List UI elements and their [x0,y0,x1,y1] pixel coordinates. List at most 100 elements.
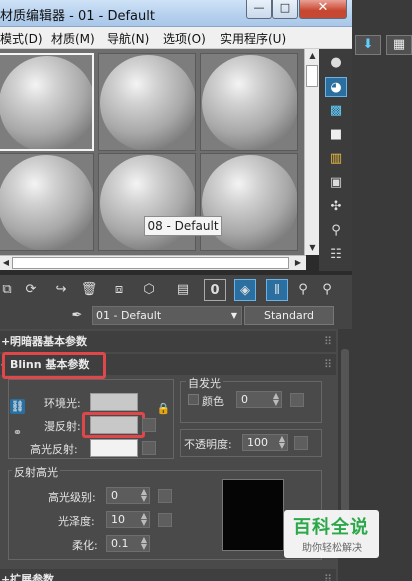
diffuse-map-button[interactable] [142,418,156,432]
spinner-arrows-icon: ▲ ▼ [140,511,147,527]
ambient-label: 环境光: [44,397,81,410]
self-illum-spinner[interactable]: 0 ▲ ▼ [236,391,282,408]
sample-uv-icon[interactable]: ■ [325,125,347,145]
opacity-map-button[interactable] [294,436,308,450]
sample-slot-03[interactable] [200,53,298,151]
scroll-thumb[interactable] [306,65,318,87]
make-unique-icon[interactable]: ⧈ [108,279,130,301]
show-in-viewport-icon[interactable]: ◈ [234,279,256,301]
scroll-right-arrow-icon[interactable]: ▶ [292,256,304,271]
menu-bar: 模式(D) 材质(M) 导航(N) 选项(O) 实用程序(U) [0,27,352,49]
watermark: 百科全说 助你轻松解决 [284,510,379,558]
rollout-toggle-icon: + [1,335,11,348]
maximize-button[interactable]: □ [272,0,298,19]
window-title: 材质编辑器 - 01 - Default [0,9,155,24]
menu-options[interactable]: 选项(O) [163,30,206,47]
specular-level-map-button[interactable] [158,489,172,503]
minimize-button[interactable]: — [246,0,272,19]
material-name-row: ✒ 01 - Default ▼ Standard [0,305,352,329]
close-button[interactable]: ✕ [299,0,347,19]
select-by-material-icon[interactable]: ⚲ [325,221,347,241]
scroll-thumb[interactable] [12,257,289,269]
specular-map-button[interactable] [142,441,156,455]
material-sphere [0,56,92,149]
sample-slot-04[interactable] [0,153,94,251]
specular-color-swatch[interactable] [90,439,138,457]
put-to-library-icon[interactable]: ⬡ [138,279,160,301]
lock-icon[interactable]: 🔒 [156,401,171,416]
put-to-scene-icon[interactable]: ⟳ [20,279,42,301]
backlight-icon[interactable]: ◕ [325,77,347,97]
menu-mode[interactable]: 模式(D) [0,30,43,47]
watermark-subtitle: 助你轻松解决 [302,543,362,554]
sample-slot-06[interactable] [200,153,298,251]
material-type-button[interactable]: Standard [244,306,334,325]
scroll-left-arrow-icon[interactable]: ◀ [0,256,12,271]
glossiness-value: 10 [111,513,125,526]
download-icon[interactable]: ⬇ [355,35,381,55]
scroll-down-arrow-icon[interactable]: ▼ [305,241,320,255]
side-toolbar: ● ◕ ▩ ■ ▥ ▣ ✣ ⚲ ☷ [319,49,352,271]
material-toolbar: ⧉ ⟳ ↪ 🗑 ⧈ ⬡ ▤ 0 ◈ ⫴ ⚲ ⚲ [0,275,352,305]
spinner-arrows-icon: ▲ ▼ [278,434,285,450]
lock-link-icon[interactable]: ⛓ [10,399,25,414]
spinner-arrows-icon: ▲ ▼ [140,535,147,551]
material-id-icon[interactable]: 0 [204,279,226,301]
get-material-icon[interactable]: ⧉ [0,279,18,301]
options-icon[interactable]: ✣ [325,197,347,217]
slots-vertical-scrollbar[interactable]: ▲ ▼ [304,49,319,255]
watermark-title: 百科全说 [293,517,369,538]
menu-navigation[interactable]: 导航(N) [107,30,149,47]
opacity-label: 不透明度: [184,438,232,451]
material-navigator-icon[interactable]: ☷ [325,245,347,265]
rollout-title: 扩展参数 [10,573,54,581]
go-to-parent-icon[interactable]: ⚲ [292,279,314,301]
ambient-color-swatch[interactable] [90,393,138,411]
eyedropper-icon[interactable]: ✒ [66,305,88,327]
save-to-library-icon[interactable]: ▤ [172,279,194,301]
glossiness-map-button[interactable] [158,513,172,527]
reset-map-icon[interactable]: 🗑 [78,279,100,301]
rollout-shader-basic[interactable]: + 明暗器基本参数 ⠿ [0,331,336,352]
make-preview-icon[interactable]: ▣ [325,173,347,193]
render-frame-icon[interactable]: ▦ [386,35,412,55]
highlight-box [2,352,106,379]
material-sphere [100,55,195,150]
slots-horizontal-scrollbar[interactable]: ◀ ▶ [0,255,306,270]
glossiness-spinner[interactable]: 10 ▲ ▼ [106,511,150,528]
material-sphere [0,155,93,250]
video-color-check-icon[interactable]: ▥ [325,149,347,169]
background-pattern-icon[interactable]: ▩ [325,101,347,121]
slot-tooltip: 08 - Default [144,216,222,236]
sample-slot-01[interactable] [0,53,94,151]
self-illum-map-button[interactable] [290,393,304,407]
menu-utilities[interactable]: 实用程序(U) [220,30,286,47]
specular-level-spinner[interactable]: 0 ▲ ▼ [106,487,150,504]
sample-type-icon[interactable]: ● [325,53,347,73]
self-illum-color-checkbox[interactable] [188,394,199,405]
specular-level-label: 高光级别: [48,491,96,504]
self-illum-value: 0 [241,393,248,406]
grip-icon: ⠿ [323,358,332,371]
self-illum-color-label: 颜色 [202,395,224,408]
diffuse-label: 漫反射: [44,420,81,433]
material-name-value: 01 - Default [96,309,162,322]
grip-icon: ⠿ [323,335,332,348]
highlight-curve-preview [222,479,284,551]
soften-spinner[interactable]: 0.1 ▲ ▼ [106,535,150,552]
go-forward-sibling-icon[interactable]: ⚲ [316,279,338,301]
menu-material[interactable]: 材质(M) [51,30,95,47]
glossiness-label: 光泽度: [58,515,95,528]
rollout-extended[interactable]: + 扩展参数 ⠿ [0,569,336,581]
sample-slot-02[interactable] [98,53,196,151]
opacity-value: 100 [247,436,268,449]
grip-icon: ⠿ [323,573,332,581]
show-end-result-icon[interactable]: ⫴ [266,279,288,301]
opacity-spinner[interactable]: 100 ▲ ▼ [242,434,288,451]
link-icon[interactable]: ⚭ [10,425,25,440]
assign-to-selection-icon[interactable]: ↪ [50,279,72,301]
material-name-dropdown[interactable]: 01 - Default ▼ [92,306,242,325]
material-sphere [202,155,297,250]
sample-slot-05[interactable] [98,153,196,251]
scroll-up-arrow-icon[interactable]: ▲ [305,49,320,63]
